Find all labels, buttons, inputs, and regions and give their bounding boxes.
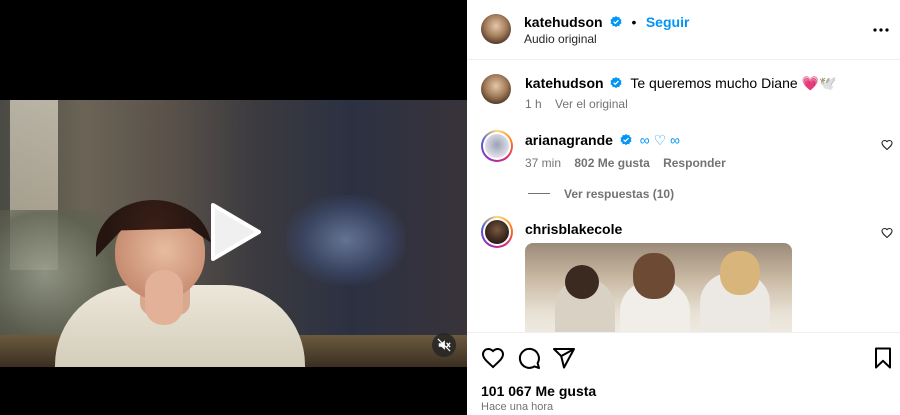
comment-likes[interactable]: 802 Me gusta	[574, 156, 649, 170]
caption: katehudson Te queremos mucho Diane 💗🕊️	[525, 75, 836, 92]
post-header: katehudson • Seguir Audio original	[467, 0, 900, 60]
username[interactable]: katehudson	[524, 14, 603, 30]
caption-meta: 1 h Ver el original	[525, 97, 628, 111]
verified-badge-icon	[610, 77, 622, 89]
caption-time[interactable]: 1 h	[525, 97, 542, 111]
audio-link[interactable]: Audio original	[524, 32, 597, 46]
share-send-icon[interactable]	[552, 346, 576, 370]
caption-username[interactable]: katehudson	[525, 75, 604, 91]
like-heart-icon[interactable]	[481, 346, 505, 370]
comment: chrisblakecole	[525, 221, 622, 237]
post-actions: 101 067 Me gusta Hace una hora	[467, 332, 900, 415]
verified-badge-icon	[610, 16, 622, 28]
comment-time[interactable]: 37 min	[525, 156, 561, 170]
comment-bubble-icon[interactable]	[517, 346, 541, 370]
comment-avatar[interactable]	[481, 130, 513, 162]
caption-avatar[interactable]	[481, 74, 511, 104]
likes-count[interactable]: 101 067 Me gusta	[481, 383, 596, 399]
comment-meta: 37 min 802 Me gusta Responder	[525, 156, 726, 170]
avatar[interactable]	[481, 14, 511, 44]
comment-gif-image[interactable]	[525, 243, 792, 332]
verified-badge-icon	[620, 134, 632, 146]
bookmark-icon[interactable]	[871, 346, 895, 370]
follow-button[interactable]: Seguir	[646, 14, 690, 30]
comment: arianagrande ∞ ♡ ∞	[525, 132, 680, 149]
post-detail-panel: katehudson • Seguir Audio original kateh…	[467, 0, 900, 415]
reply-button[interactable]: Responder	[663, 156, 726, 170]
comment-username[interactable]: chrisblakecole	[525, 221, 622, 237]
see-original-button[interactable]: Ver el original	[555, 97, 628, 111]
caption-text: Te queremos mucho Diane 💗🕊️	[630, 75, 837, 91]
comment-avatar[interactable]	[481, 216, 513, 248]
post-timestamp[interactable]: Hace una hora	[481, 401, 553, 413]
replies-divider	[528, 193, 550, 194]
video-player[interactable]	[0, 0, 467, 415]
comment-text: ∞ ♡ ∞	[639, 132, 681, 148]
separator-dot: •	[631, 14, 637, 30]
view-replies-button[interactable]: Ver respuestas (10)	[564, 187, 674, 201]
muted-speaker-icon[interactable]	[432, 333, 456, 357]
comments-list[interactable]: katehudson Te queremos mucho Diane 💗🕊️ 1…	[467, 60, 900, 332]
comment-username[interactable]: arianagrande	[525, 132, 613, 148]
play-icon[interactable]	[205, 203, 263, 261]
comment-like-heart-icon[interactable]	[881, 227, 893, 239]
comment-like-heart-icon[interactable]	[881, 139, 893, 151]
more-horizontal-icon[interactable]	[870, 20, 892, 40]
